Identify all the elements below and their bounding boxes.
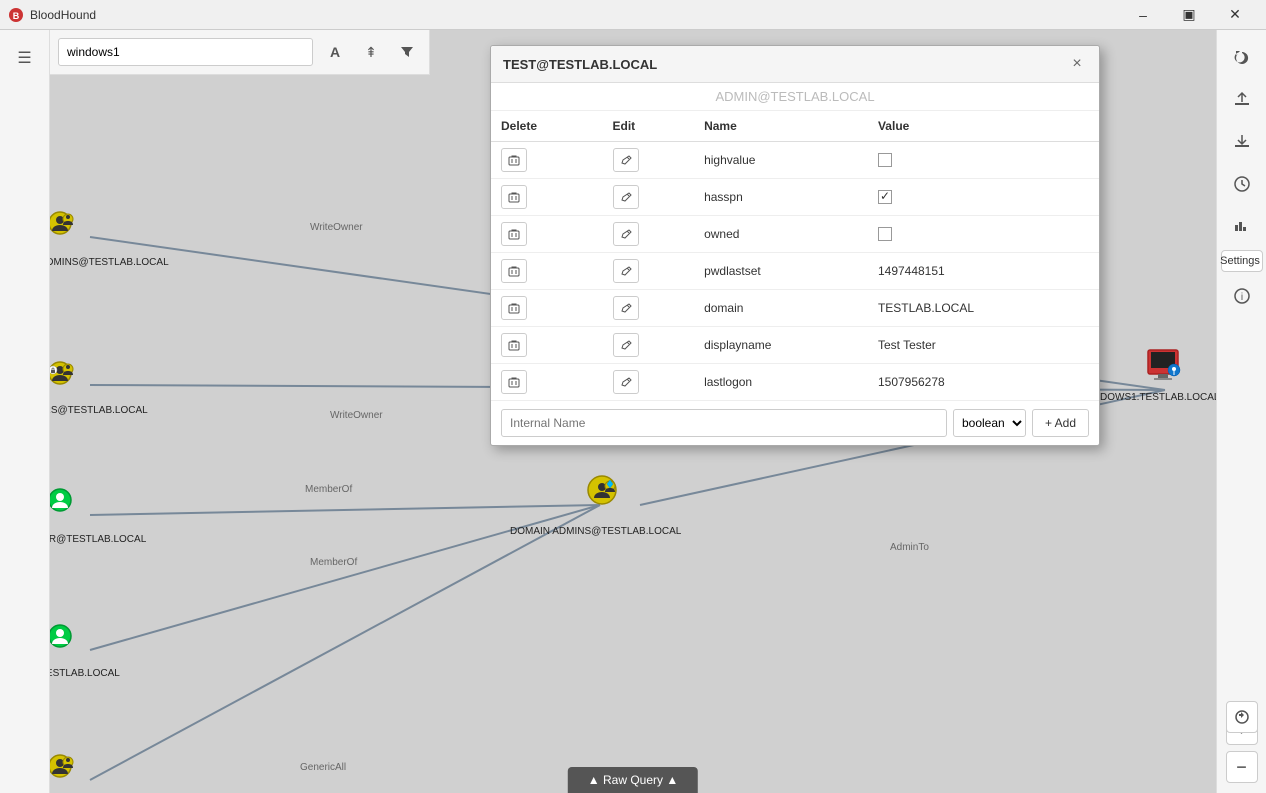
prop-name-0: highvalue [694,142,868,179]
prop-name-5: displayname [694,327,868,364]
ghost-label: ADMIN@TESTLAB.LOCAL [491,83,1099,111]
delete-button-3[interactable] [501,259,527,283]
table-row: lastlogon1507956278 [491,364,1099,401]
minimize-button[interactable]: – [1120,0,1166,30]
modal-overlay: TEST@TESTLAB.LOCAL × ADMIN@TESTLAB.LOCAL… [0,0,1266,793]
properties-table: Delete Edit Name Value highvaluehasspnow… [491,111,1099,400]
checkbox-0[interactable] [878,153,892,167]
prop-value-0 [868,142,1099,179]
delete-button-5[interactable] [501,333,527,357]
type-select[interactable]: boolean string number [953,409,1026,437]
prop-name-3: pwdlastset [694,253,868,290]
delete-button-4[interactable] [501,296,527,320]
table-row: pwdlastset1497448151 [491,253,1099,290]
window-controls: – ▣ ✕ [1120,0,1258,30]
prop-name-1: hasspn [694,179,868,216]
table-header-row: Delete Edit Name Value [491,111,1099,142]
col-delete: Delete [491,111,603,142]
edit-button-1[interactable] [613,185,639,209]
table-row: highvalue [491,142,1099,179]
col-name: Name [694,111,868,142]
col-edit: Edit [603,111,695,142]
prop-name-2: owned [694,216,868,253]
close-button[interactable]: ✕ [1212,0,1258,30]
maximize-button[interactable]: ▣ [1166,0,1212,30]
app-title: BloodHound [30,8,1120,22]
col-value: Value [868,111,1099,142]
prop-value-1 [868,179,1099,216]
app-icon: B [8,7,24,23]
modal-title: TEST@TESTLAB.LOCAL [503,57,657,72]
modal-header: TEST@TESTLAB.LOCAL × [491,46,1099,83]
properties-modal: TEST@TESTLAB.LOCAL × ADMIN@TESTLAB.LOCAL… [490,45,1100,446]
delete-button-2[interactable] [501,222,527,246]
delete-button-6[interactable] [501,370,527,394]
add-button-label: + Add [1045,416,1076,430]
delete-button-1[interactable] [501,185,527,209]
edit-button-5[interactable] [613,333,639,357]
prop-name-4: domain [694,290,868,327]
internal-name-input[interactable] [501,409,947,437]
table-row: owned [491,216,1099,253]
title-bar: B BloodHound – ▣ ✕ [0,0,1266,30]
modal-body: ADMIN@TESTLAB.LOCAL Delete Edit Name Val… [491,83,1099,445]
prop-name-6: lastlogon [694,364,868,401]
edit-button-0[interactable] [613,148,639,172]
checkbox-1[interactable] [878,190,892,204]
add-property-button[interactable]: + Add [1032,409,1089,437]
table-row: displaynameTest Tester [491,327,1099,364]
edit-button-6[interactable] [613,370,639,394]
table-row: hasspn [491,179,1099,216]
prop-value-4: TESTLAB.LOCAL [868,290,1099,327]
edit-button-2[interactable] [613,222,639,246]
prop-value-2 [868,216,1099,253]
table-row: domainTESTLAB.LOCAL [491,290,1099,327]
delete-button-0[interactable] [501,148,527,172]
svg-text:B: B [13,11,20,21]
add-row: boolean string number + Add [491,400,1099,445]
edit-button-4[interactable] [613,296,639,320]
prop-value-3: 1497448151 [868,253,1099,290]
table-scroll-area[interactable]: Delete Edit Name Value highvaluehasspnow… [491,111,1099,400]
prop-value-5: Test Tester [868,327,1099,364]
modal-close-button[interactable]: × [1067,54,1087,74]
edit-button-3[interactable] [613,259,639,283]
prop-value-6: 1507956278 [868,364,1099,401]
checkbox-2[interactable] [878,227,892,241]
